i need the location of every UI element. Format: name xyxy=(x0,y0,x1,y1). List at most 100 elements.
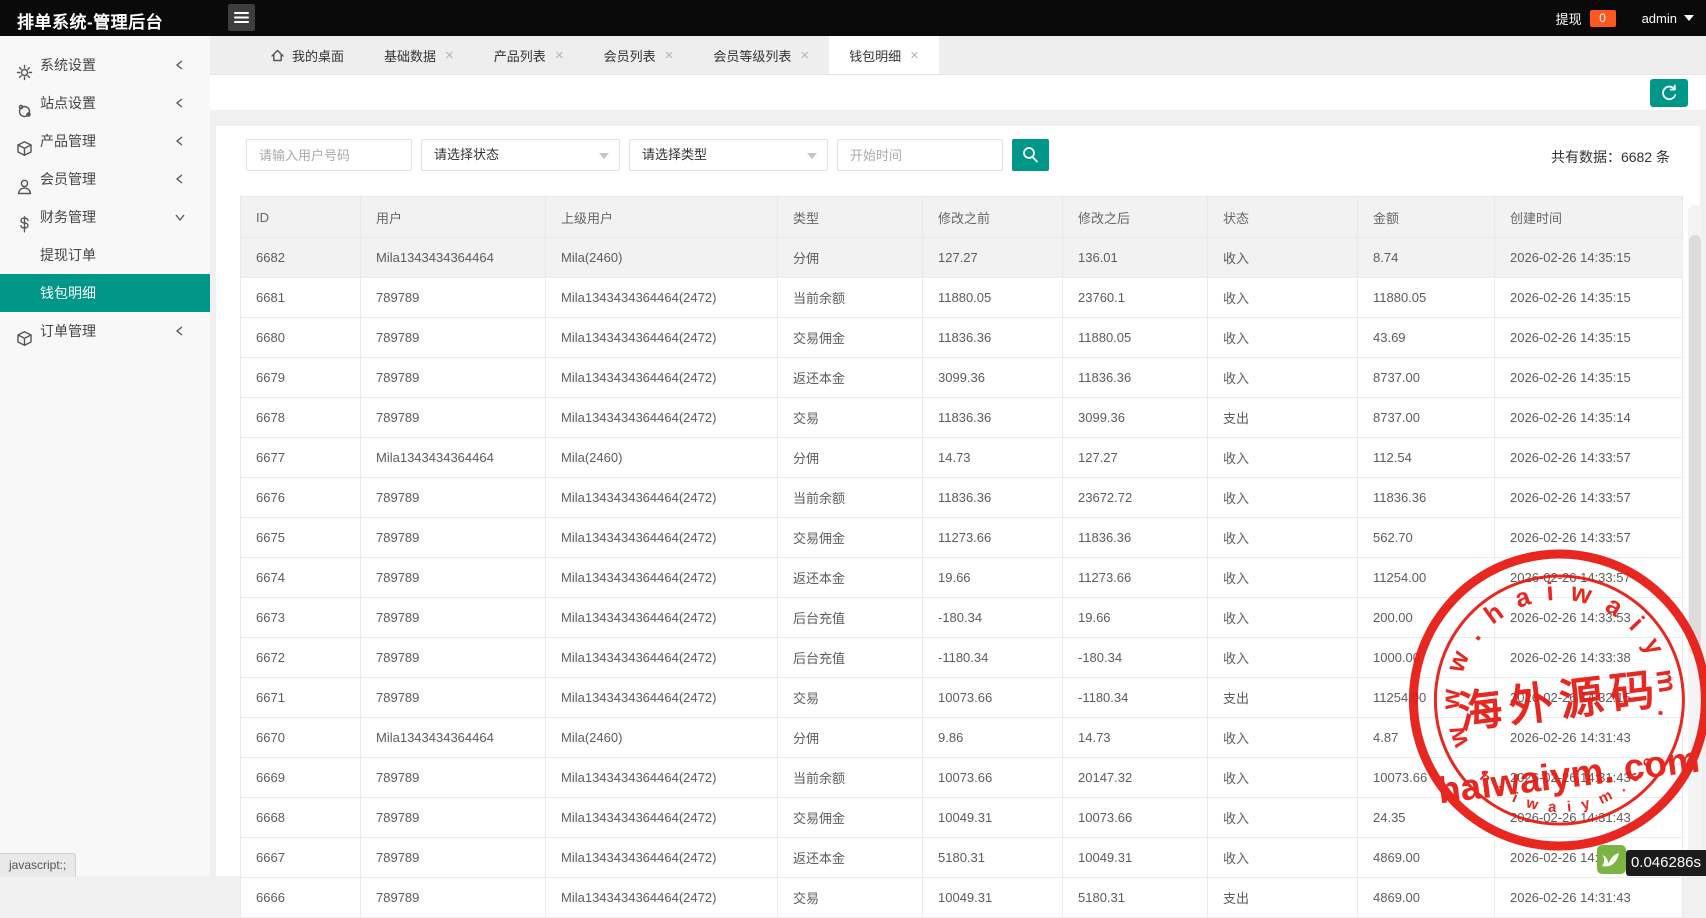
sidebar-item-会员管理[interactable]: 会员管理 xyxy=(0,160,210,198)
withdraw-link[interactable]: 提现 0 xyxy=(1556,9,1616,28)
status-select[interactable]: 请选择状态 xyxy=(421,139,620,171)
table-row: 6668 789789 Mila1343434364464(2472) 交易佣金 100… xyxy=(240,797,1683,838)
table-cell: 23672.72 xyxy=(1062,477,1208,518)
table-cell: 20147.32 xyxy=(1062,757,1208,798)
table-cell: Mila1343434364464(2472) xyxy=(545,597,778,638)
search-button[interactable] xyxy=(1012,139,1049,171)
table-row: 6672 789789 Mila1343434364464(2472) 后台充值 -11… xyxy=(240,637,1683,678)
table-cell: 6675 xyxy=(240,517,361,558)
table-cell: 112.54 xyxy=(1357,437,1495,478)
table-cell: 6670 xyxy=(240,717,361,758)
table-cell: 支出 xyxy=(1207,877,1358,918)
table-cell: -180.34 xyxy=(1062,637,1208,678)
sidebar-item-财务管理[interactable]: 财务管理 xyxy=(0,198,210,236)
menu-toggle-button[interactable] xyxy=(228,4,255,31)
table-cell: 10049.31 xyxy=(1062,837,1208,878)
table-row: 6679 789789 Mila1343434364464(2472) 返还本金 309… xyxy=(240,357,1683,398)
table-cell: Mila1343434364464(2472) xyxy=(545,277,778,318)
table-cell: 6671 xyxy=(240,677,361,718)
table-cell: 交易佣金 xyxy=(777,797,923,838)
main-area: 我的桌面 基础数据 × 产品列表 × 会员列表 × 会员等级列表 × 钱包明细 × 请选择状态 请选… xyxy=(210,36,1706,918)
table-cell: Mila1343434364464(2472) xyxy=(545,517,778,558)
table-cell: 10073.66 xyxy=(1062,797,1208,838)
table-cell: 后台充值 xyxy=(777,637,923,678)
tabs-bar: 我的桌面 基础数据 × 产品列表 × 会员列表 × 会员等级列表 × 钱包明细 × xyxy=(210,36,1706,75)
table-cell: 789789 xyxy=(360,797,546,838)
table-cell: 11273.66 xyxy=(922,517,1063,558)
table-cell: 8737.00 xyxy=(1357,357,1495,398)
sidebar-item-钱包明细[interactable]: 钱包明细 xyxy=(0,274,210,312)
column-header-金额: 金额 xyxy=(1357,196,1495,238)
type-select[interactable]: 请选择类型 xyxy=(629,139,828,171)
close-icon[interactable]: × xyxy=(665,48,674,63)
table-cell: 10073.66 xyxy=(922,757,1063,798)
user-menu[interactable]: admin xyxy=(1642,11,1694,26)
user-number-input[interactable] xyxy=(246,139,412,171)
tab-会员等级列表[interactable]: 会员等级列表 × xyxy=(693,36,829,74)
withdraw-label: 提现 xyxy=(1555,11,1582,27)
table-cell: 789789 xyxy=(360,477,546,518)
table-cell: 6677 xyxy=(240,437,361,478)
close-icon[interactable]: × xyxy=(800,48,809,63)
table-cell: Mila1343434364464(2472) xyxy=(545,397,778,438)
table-cell: -180.34 xyxy=(922,597,1063,638)
table-cell: 10073.66 xyxy=(1357,757,1495,798)
sidebar-item-产品管理[interactable]: 产品管理 xyxy=(0,122,210,160)
table-cell: 支出 xyxy=(1207,397,1358,438)
table-cell: 收入 xyxy=(1207,557,1358,598)
table-cell: 6669 xyxy=(240,757,361,798)
close-icon[interactable]: × xyxy=(445,48,454,63)
column-header-状态: 状态 xyxy=(1207,196,1358,238)
close-icon[interactable]: × xyxy=(555,48,564,63)
table-cell: 4869.00 xyxy=(1357,877,1495,918)
close-icon[interactable]: × xyxy=(910,48,919,63)
total-count: 共有数据：6682 条 xyxy=(1550,149,1670,165)
table-cell: 2026-02-26 14:35:15 xyxy=(1494,277,1683,318)
table-cell: 收入 xyxy=(1207,597,1358,638)
scrollbar-thumb[interactable] xyxy=(1689,235,1701,655)
table-cell: 11836.36 xyxy=(922,317,1063,358)
chevron-left-icon xyxy=(175,136,183,146)
sidebar-item-系统设置[interactable]: 系统设置 xyxy=(0,46,210,84)
table-cell: 支出 xyxy=(1207,677,1358,718)
table-cell: Mila(2460) xyxy=(545,717,778,758)
table-cell: Mila1343434364464(2472) xyxy=(545,637,778,678)
table-cell: Mila1343434364464 xyxy=(360,437,546,478)
tab-会员列表[interactable]: 会员列表 × xyxy=(584,36,694,74)
table-cell: 6682 xyxy=(240,237,361,278)
refresh-button[interactable] xyxy=(1650,79,1688,107)
sidebar-item-提现订单[interactable]: 提现订单 xyxy=(0,236,210,274)
table-cell: 5180.31 xyxy=(922,837,1063,878)
table-cell: 789789 xyxy=(360,677,546,718)
filter-row: 请选择状态 请选择类型 共有数据：6682 条 xyxy=(246,139,1700,171)
table-row: 6673 789789 Mila1343434364464(2472) 后台充值 -18… xyxy=(240,597,1683,638)
sidebar-item-站点设置[interactable]: 站点设置 xyxy=(0,84,210,122)
table-cell: 收入 xyxy=(1207,837,1358,878)
table-cell: 19.66 xyxy=(1062,597,1208,638)
table-cell: Mila1343434364464 xyxy=(360,237,546,278)
table-cell: 后台充值 xyxy=(777,597,923,638)
table-cell: 10049.31 xyxy=(922,877,1063,918)
product-icon xyxy=(17,141,32,156)
table-cell: Mila1343434364464(2472) xyxy=(545,477,778,518)
table-cell: 1000.00 xyxy=(1357,637,1495,678)
thinkphp-icon xyxy=(1597,845,1626,874)
column-header-修改之后: 修改之后 xyxy=(1062,196,1208,238)
tab-label: 我的桌面 xyxy=(292,48,345,64)
table-cell: 交易佣金 xyxy=(777,317,923,358)
table-cell: 789789 xyxy=(360,357,546,398)
start-time-input[interactable] xyxy=(837,139,1003,171)
table-cell: 6673 xyxy=(240,597,361,638)
tab-钱包明细[interactable]: 钱包明细 × xyxy=(829,36,939,74)
table-cell: 24.35 xyxy=(1357,797,1495,838)
tab-我的桌面[interactable]: 我的桌面 xyxy=(250,36,364,74)
table-cell: 2026-02-26 14:32:15 xyxy=(1494,677,1683,718)
sidebar-item-label: 系统设置 xyxy=(40,57,96,73)
table-cell: 收入 xyxy=(1207,797,1358,838)
table-cell: 返还本金 xyxy=(777,357,923,398)
sidebar-item-订单管理[interactable]: 订单管理 xyxy=(0,312,210,350)
tab-基础数据[interactable]: 基础数据 × xyxy=(364,36,474,74)
sidebar-item-label: 订单管理 xyxy=(40,323,96,339)
table-cell: 4869.00 xyxy=(1357,837,1495,878)
tab-产品列表[interactable]: 产品列表 × xyxy=(474,36,584,74)
